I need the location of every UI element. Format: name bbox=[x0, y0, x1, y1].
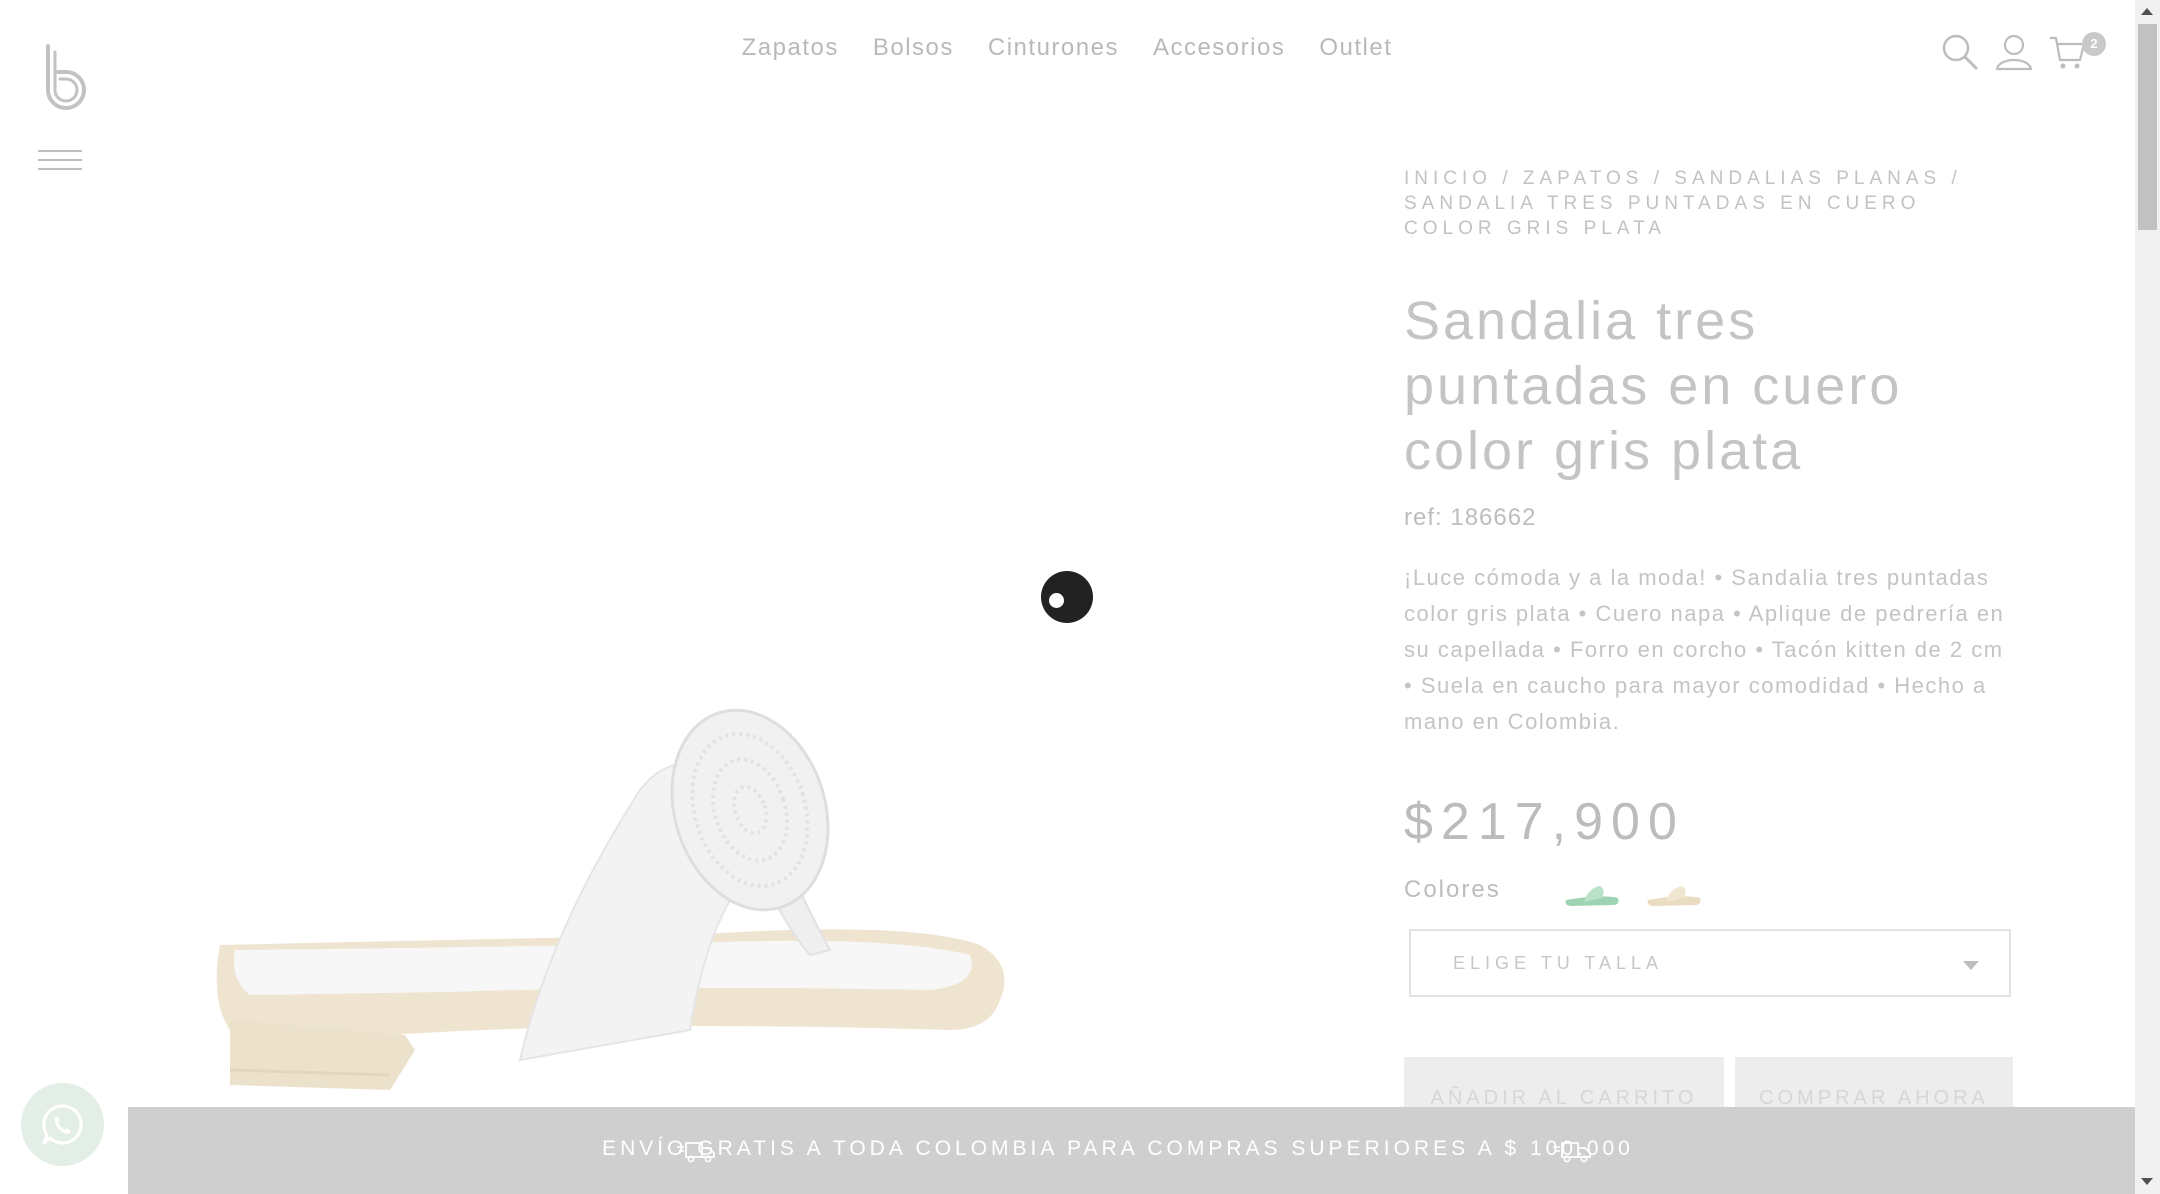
breadcrumb: INICIO / ZAPATOS / SANDALIAS PLANAS / SA… bbox=[1404, 166, 2016, 241]
menu-icon[interactable] bbox=[38, 150, 82, 172]
colors-label: Colores bbox=[1404, 876, 1501, 903]
product-price: $217,900 bbox=[1404, 793, 1685, 851]
breadcrumb-current: SANDALIA TRES PUNTADAS EN CUERO COLOR GR… bbox=[1404, 193, 1921, 239]
breadcrumb-separator: / bbox=[1941, 168, 1962, 189]
breadcrumb-sandalias-planas[interactable]: SANDALIAS PLANAS bbox=[1674, 168, 1941, 189]
main-nav: Zapatos Bolsos Cinturones Accesorios Out… bbox=[0, 34, 2134, 62]
nav-item-outlet[interactable]: Outlet bbox=[1319, 34, 1392, 62]
scroll-up-arrow[interactable] bbox=[2141, 8, 2153, 15]
nav-item-accesorios[interactable]: Accesorios bbox=[1153, 34, 1285, 62]
breadcrumb-inicio[interactable]: INICIO bbox=[1404, 168, 1492, 189]
product-image bbox=[216, 708, 1005, 1090]
header-actions bbox=[1940, 32, 2090, 82]
color-swatch-beige[interactable] bbox=[1644, 878, 1704, 910]
product-info: INICIO / ZAPATOS / SANDALIAS PLANAS / SA… bbox=[1404, 166, 2016, 852]
cart-count-badge: 2 bbox=[2082, 32, 2106, 56]
free-shipping-text: ENVÍO GRATIS A TODA COLOMBIA PARA COMPRA… bbox=[602, 1137, 1634, 1160]
whatsapp-icon bbox=[42, 1104, 83, 1145]
chevron-down-icon bbox=[1963, 961, 1979, 970]
whatsapp-button[interactable] bbox=[21, 1083, 104, 1166]
nav-item-zapatos[interactable]: Zapatos bbox=[742, 34, 839, 62]
user-icon[interactable] bbox=[1994, 32, 2034, 72]
breadcrumb-zapatos[interactable]: ZAPATOS bbox=[1523, 168, 1644, 189]
search-icon[interactable] bbox=[1940, 32, 1980, 72]
cart-icon[interactable] bbox=[2048, 32, 2088, 72]
loading-spinner bbox=[1041, 571, 1093, 623]
truck-icon bbox=[1553, 1142, 1591, 1163]
free-shipping-banner: ENVÍO GRATIS A TODA COLOMBIA PARA COMPRA… bbox=[128, 1107, 2135, 1194]
page-scrollbar[interactable] bbox=[2135, 0, 2160, 1194]
nav-item-cinturones[interactable]: Cinturones bbox=[988, 34, 1119, 62]
product-title: Sandalia tres puntadas en cuero color gr… bbox=[1404, 291, 1903, 481]
product-ref: ref: 186662 bbox=[1404, 504, 1537, 531]
size-select[interactable]: ELIGE TU TALLA bbox=[1409, 929, 2011, 997]
product-description: ¡Luce cómoda y a la moda! • Sandalia tre… bbox=[1404, 565, 2005, 734]
breadcrumb-separator: / bbox=[1492, 168, 1523, 189]
scrollbar-thumb[interactable] bbox=[2138, 24, 2157, 230]
color-options: Colores bbox=[1404, 868, 2016, 918]
nav-item-bolsos[interactable]: Bolsos bbox=[873, 34, 954, 62]
breadcrumb-separator: / bbox=[1643, 168, 1675, 189]
color-swatch-green[interactable] bbox=[1562, 878, 1622, 910]
size-select-placeholder: ELIGE TU TALLA bbox=[1453, 953, 1664, 973]
scroll-down-arrow[interactable] bbox=[2141, 1178, 2153, 1185]
